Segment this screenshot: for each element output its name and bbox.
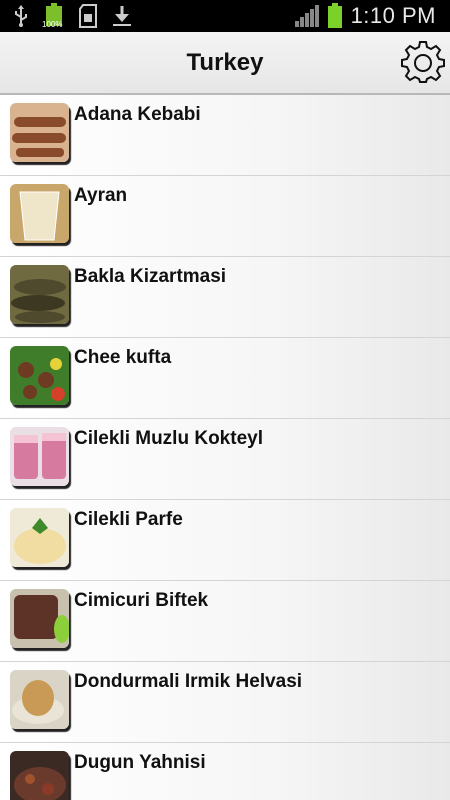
recipe-thumbnail bbox=[10, 103, 69, 162]
usb-icon bbox=[12, 5, 30, 27]
app-bar: Turkey bbox=[0, 32, 450, 95]
list-item[interactable]: Cilekli Muzlu Kokteyl bbox=[0, 419, 450, 500]
page-title: Turkey bbox=[186, 48, 264, 76]
recipe-thumbnail bbox=[10, 184, 69, 243]
list-item[interactable]: Dugun Yahnisi bbox=[0, 743, 450, 800]
recipe-name: Adana Kebabi bbox=[74, 104, 201, 125]
status-bar-system: 1:10 PM bbox=[294, 3, 436, 29]
recipe-name: Bakla Kizartmasi bbox=[74, 266, 227, 287]
recipe-thumbnail bbox=[10, 346, 69, 405]
status-bar-notifications: 100% bbox=[12, 3, 132, 29]
recipe-name: Cilekli Parfe bbox=[74, 509, 183, 530]
battery-icon bbox=[327, 3, 343, 29]
recipe-name: Chee kufta bbox=[74, 347, 172, 368]
recipe-name: Ayran bbox=[74, 185, 128, 206]
list-item[interactable]: Bakla Kizartmasi bbox=[0, 257, 450, 338]
list-item[interactable]: Adana Kebabi bbox=[0, 95, 450, 176]
gear-icon bbox=[401, 39, 445, 88]
battery-percent-label: 100% bbox=[42, 20, 63, 29]
recipe-name: Dondurmali Irmik Helvasi bbox=[74, 671, 303, 692]
status-bar: 100% 1:10 PM bbox=[0, 0, 450, 32]
recipe-name: Cilekli Muzlu Kokteyl bbox=[74, 428, 263, 449]
download-icon bbox=[112, 5, 132, 27]
battery-full-icon: 100% bbox=[42, 3, 64, 29]
sd-card-icon bbox=[78, 4, 98, 28]
recipe-thumbnail bbox=[10, 670, 69, 729]
settings-button[interactable] bbox=[400, 40, 446, 86]
recipe-thumbnail bbox=[10, 589, 69, 648]
recipe-name: Dugun Yahnisi bbox=[74, 752, 206, 773]
recipe-thumbnail bbox=[10, 751, 69, 800]
recipe-thumbnail bbox=[10, 265, 69, 324]
status-time: 1:10 PM bbox=[350, 3, 436, 28]
recipe-list[interactable]: Adana Kebabi Ayran Bakla Kizartmasi Chee ku… bbox=[0, 95, 450, 800]
list-item[interactable]: Dondurmali Irmik Helvasi bbox=[0, 662, 450, 743]
recipe-thumbnail bbox=[10, 427, 69, 486]
recipe-name: Cimicuri Biftek bbox=[74, 590, 209, 611]
list-item[interactable]: Cilekli Parfe bbox=[0, 500, 450, 581]
signal-icon bbox=[294, 5, 319, 27]
list-item[interactable]: Chee kufta bbox=[0, 338, 450, 419]
recipe-thumbnail bbox=[10, 508, 69, 567]
list-item[interactable]: Cimicuri Biftek bbox=[0, 581, 450, 662]
list-item[interactable]: Ayran bbox=[0, 176, 450, 257]
